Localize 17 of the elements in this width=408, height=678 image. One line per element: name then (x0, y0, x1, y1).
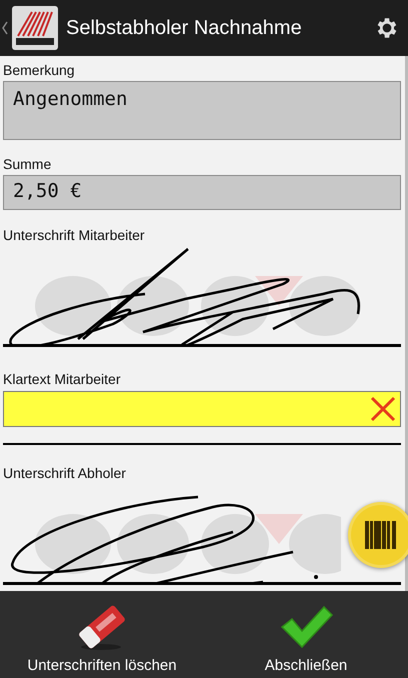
field-label: Summe (3, 156, 52, 173)
action-button[interactable]: Unterschriften löschen (0, 591, 204, 678)
action-button[interactable]: Abschließen (204, 591, 408, 678)
remark-field[interactable]: Angenommen (3, 81, 401, 140)
app-logo-icon[interactable] (12, 6, 58, 50)
checkmark-icon (278, 603, 334, 651)
field-label: Bemerkung (3, 62, 76, 79)
back-icon[interactable] (2, 21, 8, 35)
field-label: Unterschrift Abholer (3, 465, 127, 482)
screen-title: Selbstabholer Nachnahme (66, 16, 303, 40)
field-label: Klartext Mitarbeiter (3, 371, 122, 388)
barcode-icon (365, 521, 397, 549)
name-field[interactable] (3, 391, 401, 427)
barcode-scan-button[interactable] (348, 502, 408, 568)
clear-icon[interactable] (370, 396, 396, 422)
field-label: Unterschrift Mitarbeiter (3, 227, 146, 244)
amount-field[interactable]: 2,50 € (3, 175, 401, 210)
